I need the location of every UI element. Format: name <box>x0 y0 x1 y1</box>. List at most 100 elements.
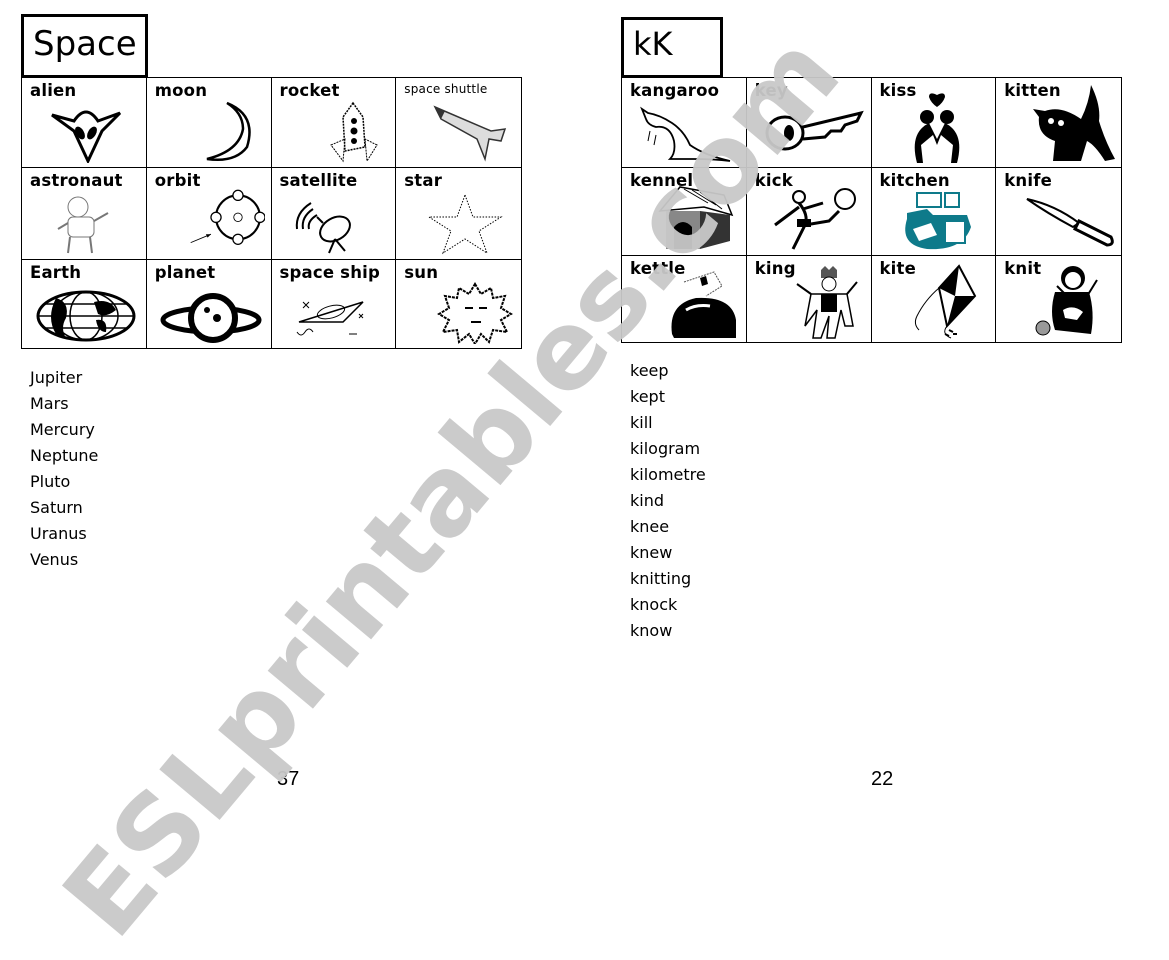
cell-label: kitchen <box>879 171 950 190</box>
planet-icon <box>159 288 263 346</box>
word-list-item: Jupiter <box>30 368 83 387</box>
knit-icon <box>1031 262 1107 340</box>
left-page: Space alien moon rocket space shuttle as… <box>0 0 585 821</box>
key-icon <box>765 105 865 155</box>
cell-label: kitten <box>1004 81 1061 100</box>
grid-cell: astronaut <box>22 168 147 260</box>
grid-cell: kiss <box>871 78 997 168</box>
cell-label: knit <box>1004 259 1042 278</box>
word-list-item: Pluto <box>30 472 71 491</box>
word-list-item: Uranus <box>30 524 87 543</box>
grid-cell: moon <box>146 78 272 168</box>
grid-cell: space ship <box>272 260 397 348</box>
sun-icon <box>437 282 513 346</box>
king-icon <box>791 266 867 340</box>
grid-cell: king <box>747 256 872 342</box>
cell-label: kangaroo <box>630 81 720 100</box>
word-list-item: Venus <box>30 550 79 569</box>
page-number: 22 <box>871 768 894 790</box>
cell-label: alien <box>30 81 77 100</box>
page-number: 37 <box>277 768 300 790</box>
word-list-item: Mercury <box>30 420 95 439</box>
word-list: keep kept kill kilogram kilometre kind k… <box>630 358 706 644</box>
word-list-item: knock <box>630 595 678 614</box>
cell-label: sun <box>404 263 439 282</box>
kiss-icon <box>899 89 975 165</box>
grid-cell: knit <box>996 256 1121 342</box>
grid-cell: alien <box>22 78 147 168</box>
vocabulary-grid: kangaroo key kiss kitten kennel kick kit… <box>621 77 1122 343</box>
kangaroo-icon <box>634 105 734 163</box>
word-list-item: know <box>630 621 673 640</box>
word-list-item: kilogram <box>630 439 701 458</box>
alien-icon <box>48 101 124 165</box>
cell-label: kite <box>879 259 917 278</box>
orbit-icon <box>189 181 266 257</box>
grid-cell: knife <box>996 168 1121 256</box>
kitchen-icon <box>897 189 973 251</box>
grid-cell: kick <box>746 168 872 256</box>
kick-icon <box>769 185 865 251</box>
cell-label: satellite <box>279 171 358 190</box>
cell-label: rocket <box>279 81 340 100</box>
grid-cell: kite <box>872 256 997 342</box>
grid-cell: key <box>746 78 872 168</box>
word-list-item: kill <box>630 413 653 432</box>
astronaut-icon <box>48 193 124 255</box>
cell-label: orbit <box>154 171 201 190</box>
vocabulary-grid: alien moon rocket space shuttle astronau… <box>21 77 522 349</box>
word-list-item: Saturn <box>30 498 83 517</box>
cell-label: kennel <box>630 171 694 190</box>
moon-icon <box>187 101 263 163</box>
grid-cell: kettle <box>622 256 747 342</box>
word-list-item: Mars <box>30 394 69 413</box>
word-list-item: knitting <box>630 569 692 588</box>
word-list-item: knee <box>630 517 670 536</box>
cell-label: moon <box>154 81 208 100</box>
page-title: kK <box>621 17 723 78</box>
cell-label: knife <box>1004 171 1052 190</box>
kite-icon <box>905 264 981 340</box>
cell-label: space shuttle <box>404 82 488 96</box>
word-list-item: knew <box>630 543 673 562</box>
grid-cell: kangaroo <box>622 78 747 168</box>
grid-cell: kitten <box>996 78 1121 168</box>
word-list-item: kept <box>630 387 665 406</box>
word-list: Jupiter Mars Mercury Neptune Pluto Satur… <box>30 365 98 573</box>
grid-cell: star <box>396 168 521 260</box>
kennel-icon <box>658 181 734 251</box>
earth-icon <box>36 288 136 344</box>
word-list-item: kind <box>630 491 665 510</box>
cell-label: key <box>754 81 788 100</box>
grid-cell: Earth <box>22 260 147 348</box>
cell-label: astronaut <box>30 171 123 190</box>
grid-cell: kennel <box>622 168 747 256</box>
cell-label: Earth <box>30 263 82 282</box>
space-shuttle-icon <box>431 101 507 163</box>
word-list-item: keep <box>630 361 669 380</box>
cell-label: kiss <box>879 81 917 100</box>
star-icon <box>427 193 503 255</box>
word-list-item: Neptune <box>30 446 99 465</box>
grid-cell: sun <box>396 260 521 348</box>
knife-icon <box>1025 195 1115 249</box>
grid-cell: space shuttle <box>396 78 521 168</box>
grid-cell: satellite <box>271 168 397 260</box>
grid-cell: kitchen <box>871 168 997 256</box>
cell-label: king <box>754 259 796 278</box>
cell-label: kettle <box>630 259 686 278</box>
space-ship-icon <box>293 282 369 344</box>
cell-label: planet <box>154 263 216 282</box>
page-title: Space <box>21 14 148 78</box>
right-page: kK kangaroo key kiss kitten kennel kick … <box>585 0 1169 821</box>
satellite-icon <box>289 193 365 255</box>
cell-label: kick <box>754 171 793 190</box>
word-list-item: kilometre <box>630 465 706 484</box>
grid-cell: rocket <box>271 78 397 168</box>
cell-label: space ship <box>279 263 381 282</box>
grid-cell: orbit <box>146 168 272 260</box>
grid-cell: planet <box>147 260 272 348</box>
kettle-icon <box>666 268 742 340</box>
rocket-icon <box>311 101 387 163</box>
cell-label: star <box>404 171 443 190</box>
